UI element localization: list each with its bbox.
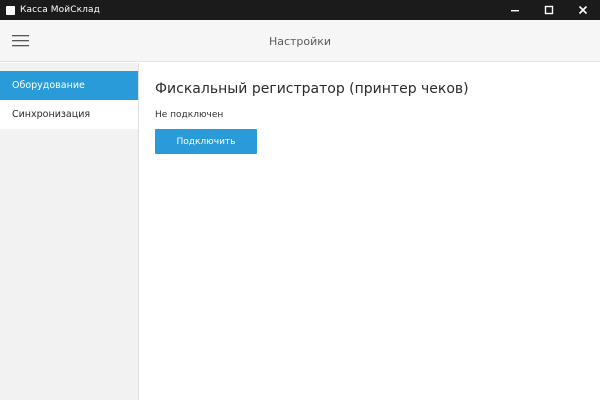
sidebar-item-label: Оборудование [12,80,85,91]
app-window: Касса МойСклад Настройки Оборудование Си… [0,0,600,400]
menu-button[interactable] [8,28,34,54]
main-content: Фискальный регистратор (принтер чеков) Н… [140,63,600,400]
minimize-button[interactable] [498,0,532,20]
hamburger-menu-icon [12,35,29,47]
app-icon [6,5,15,15]
close-icon [578,5,588,15]
window-title: Касса МойСклад [20,5,100,15]
section-title: Фискальный регистратор (принтер чеков) [155,81,469,97]
close-button[interactable] [566,0,600,20]
maximize-icon [544,5,554,15]
page-title: Настройки [268,34,332,48]
sidebar-item-label: Синхронизация [12,109,91,120]
maximize-button[interactable] [532,0,566,20]
window-controls [498,0,600,20]
app-header: Настройки [0,20,600,62]
minimize-icon [511,10,519,12]
sidebar-item-sync[interactable]: Синхронизация [0,100,138,129]
title-bar[interactable]: Касса МойСклад [0,0,600,20]
sidebar: Оборудование Синхронизация [0,63,139,400]
connection-status: Не подключен [155,110,224,120]
connect-button[interactable]: Подключить [155,129,257,154]
sidebar-item-equipment[interactable]: Оборудование [0,71,138,100]
